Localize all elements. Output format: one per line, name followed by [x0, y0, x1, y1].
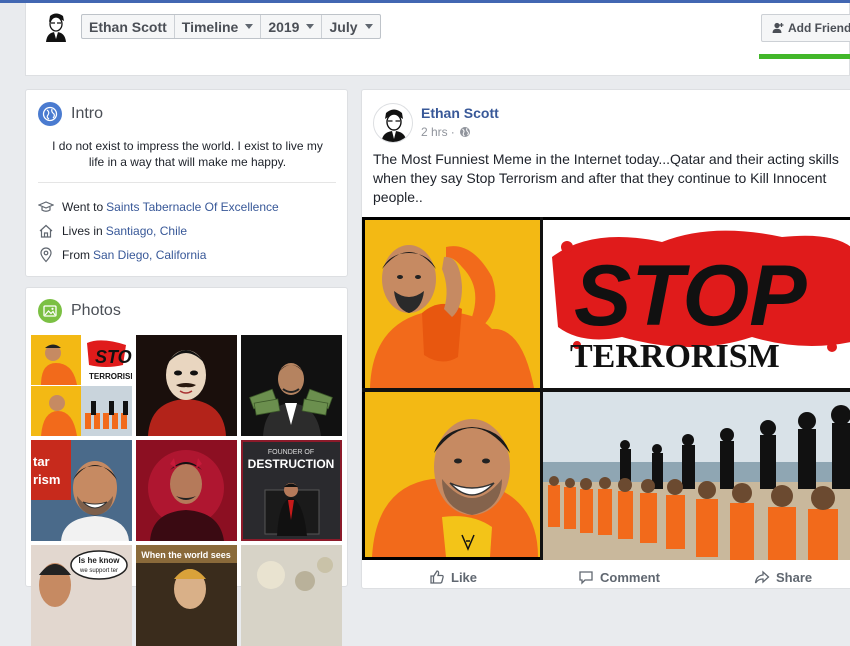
photo-7-is-he-know: Is he know — [79, 556, 121, 565]
intro-from-link[interactable]: San Diego, California — [93, 248, 206, 262]
meme-stop-text: STOP — [574, 248, 807, 344]
add-friend-label: Add Friend — [788, 21, 850, 35]
intro-lives-link[interactable]: Santiago, Chile — [106, 224, 187, 238]
profile-header: Ethan Scott Timeline 2019 July Add Frien… — [25, 3, 850, 76]
photo-1-terrorism: TERRORISM — [89, 372, 132, 381]
photo-1-stop: STOP — [95, 347, 132, 367]
add-friend-icon — [772, 22, 784, 33]
photo-thumb-9[interactable] — [241, 545, 342, 646]
post-meme-image[interactable]: STOP TERRORISM — [362, 217, 850, 560]
nav-month-label: July — [329, 18, 358, 35]
photo-thumb-1[interactable]: STOP TERRORISM — [31, 335, 132, 436]
photos-header: Photos — [38, 299, 121, 323]
comment-label: Comment — [600, 569, 660, 585]
caret-down-icon — [306, 24, 315, 29]
photo-thumb-4[interactable]: tar rism — [31, 440, 132, 541]
home-icon — [39, 224, 53, 238]
photo-6-founder: FOUNDER OF — [268, 449, 314, 456]
photo-thumb-8[interactable]: When the world sees — [136, 545, 237, 646]
photo-thumb-6[interactable]: FOUNDER OF DESTRUCTION — [241, 440, 342, 541]
share-label: Share — [776, 569, 813, 585]
nav-year-dropdown[interactable]: 2019 — [261, 15, 323, 38]
like-button[interactable]: Like — [429, 569, 477, 585]
caret-down-icon — [364, 24, 373, 29]
comment-button[interactable]: Comment — [578, 569, 660, 585]
photo-7-we-support: we support ter — [79, 568, 118, 574]
photo-6-destruction: DESTRUCTION — [248, 457, 335, 471]
meme-terrorism-text: TERRORISM — [570, 338, 780, 375]
share-button[interactable]: Share — [754, 569, 812, 585]
post-author-name[interactable]: Ethan Scott — [421, 105, 499, 121]
intro-divider — [38, 182, 336, 183]
photo-thumb-7[interactable]: Is he know we support ter — [31, 545, 132, 646]
intro-lives-in: Lives in Santiago, Chile — [38, 223, 187, 239]
intro-lives-prefix: Lives in — [62, 224, 103, 238]
nav-timeline-label: Timeline — [181, 18, 239, 35]
photo-4-rism: rism — [33, 472, 60, 487]
photo-thumb-5[interactable] — [136, 440, 237, 541]
post-meta-separator: · — [450, 125, 455, 139]
intro-header: Intro — [38, 102, 103, 126]
add-friend-button[interactable]: Add Friend — [761, 14, 850, 42]
photo-icon — [38, 299, 62, 323]
globe-icon — [38, 102, 62, 126]
post-text: The Most Funniest Meme in the Internet t… — [373, 151, 839, 205]
post-card: Ethan Scott 2 hrs · The Most Funniest Me… — [361, 89, 850, 589]
like-label: Like — [451, 569, 478, 585]
thumbs-up-icon — [430, 570, 444, 584]
intro-bio: I do not exist to impress the world. I e… — [52, 139, 323, 169]
globe-icon[interactable] — [459, 126, 471, 138]
post-meta: 2 hrs · — [421, 125, 471, 139]
intro-card: Intro I do not exist to impress the worl… — [25, 89, 348, 277]
intro-education-link[interactable]: Saints Tabernacle Of Excellence — [106, 200, 279, 214]
nav-year-label: 2019 — [268, 18, 300, 35]
intro-from-prefix: From — [62, 248, 90, 262]
post-time[interactable]: 2 hrs — [421, 125, 448, 139]
profile-avatar-small[interactable] — [43, 12, 69, 42]
photos-card: Photos STOP TERRORISM — [25, 287, 348, 646]
intro-title: Intro — [71, 105, 104, 122]
photos-title: Photos — [71, 302, 121, 319]
progress-bar — [759, 54, 850, 59]
graduation-cap-icon — [38, 201, 54, 212]
intro-education-prefix: Went to — [62, 200, 104, 214]
intro-from: From San Diego, California — [38, 247, 206, 263]
nav-name-label: Ethan Scott — [89, 18, 167, 35]
share-icon — [754, 570, 770, 584]
nav-timeline-dropdown[interactable]: Timeline — [175, 15, 262, 38]
comment-icon — [579, 571, 593, 585]
nav-month-dropdown[interactable]: July — [322, 15, 379, 38]
nav-name[interactable]: Ethan Scott — [82, 15, 175, 38]
photo-8-world-sees: When the world sees — [141, 550, 231, 560]
photo-thumb-3[interactable] — [241, 335, 342, 436]
caret-down-icon — [245, 24, 254, 29]
location-pin-icon — [40, 247, 52, 263]
intro-education: Went to Saints Tabernacle Of Excellence — [38, 199, 279, 215]
photo-4-tar: tar — [33, 454, 50, 469]
post-author-avatar[interactable] — [373, 103, 413, 143]
timeline-nav: Ethan Scott Timeline 2019 July — [81, 14, 381, 39]
post-actions: Like Comment Share — [362, 566, 850, 590]
photo-thumb-2[interactable] — [136, 335, 237, 436]
